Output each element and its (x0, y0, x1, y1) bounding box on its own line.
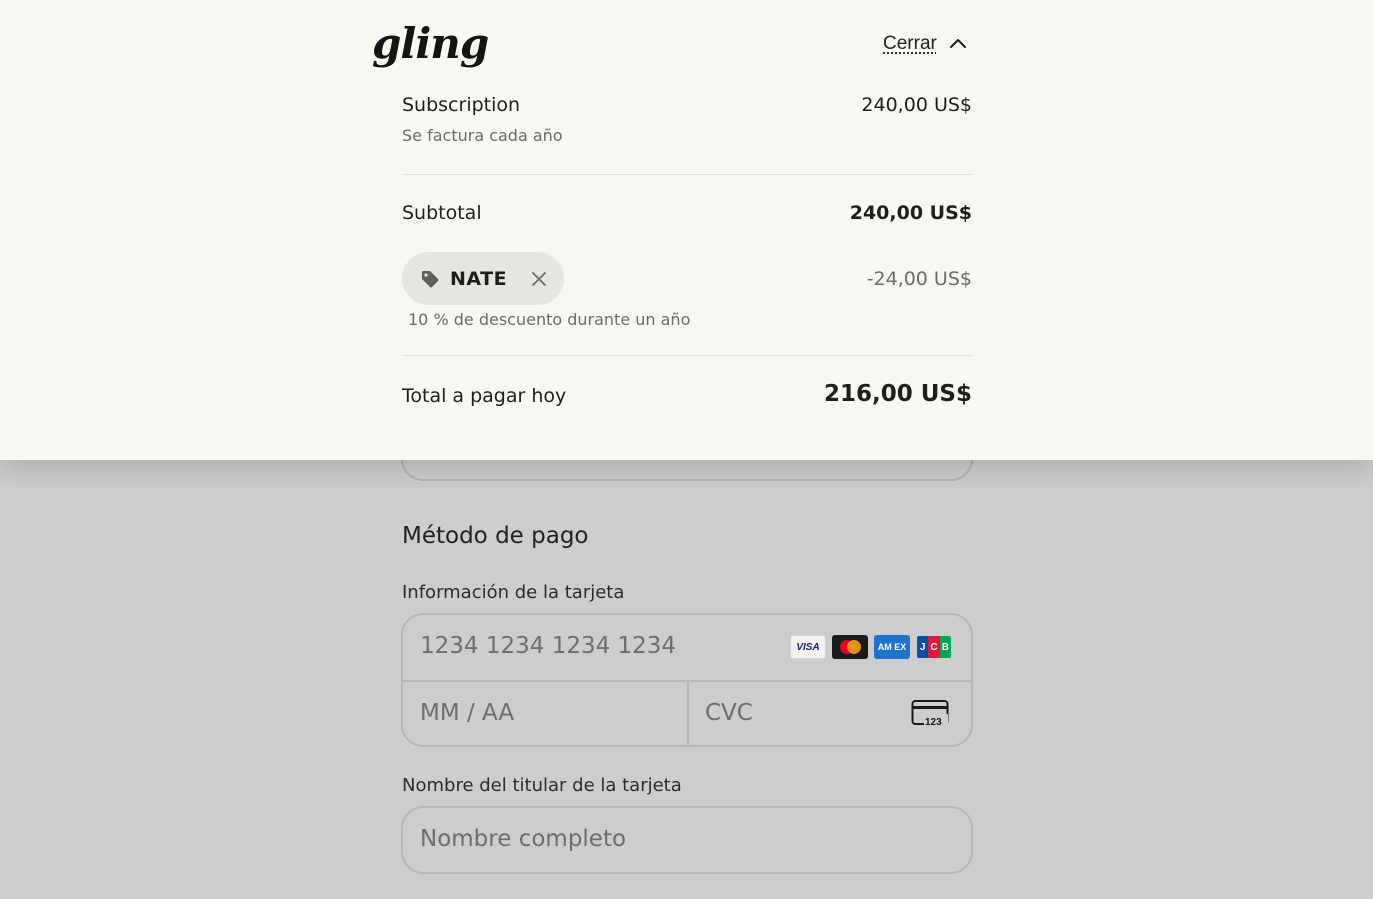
close-summary-button[interactable]: Cerrar (883, 33, 967, 55)
total-label: Total a pagar hoy (402, 385, 567, 407)
gling-logo[interactable]: gling (372, 18, 489, 70)
visa-icon: VISA (790, 635, 826, 659)
billing-frequency: Se factura cada año (402, 126, 563, 145)
card-input-group: 1234 1234 1234 1234 VISA AM EX J C B MM … (401, 613, 973, 747)
discount-amount: -24,00 US$ (866, 268, 972, 290)
cvc-input[interactable]: CVC (705, 700, 753, 726)
tag-icon (422, 270, 439, 287)
subtotal-amount: 240,00 US$ (849, 202, 972, 224)
card-brands: VISA AM EX J C B (790, 635, 952, 659)
subscription-amount: 240,00 US$ (861, 94, 972, 116)
amex-icon: AM EX (874, 635, 910, 659)
promo-description: 10 % de descuento durante un año (408, 310, 691, 329)
card-number-input[interactable]: 1234 1234 1234 1234 (420, 633, 676, 659)
close-icon[interactable] (531, 271, 547, 287)
jcb-icon: J C B (916, 635, 952, 659)
card-col-divider (687, 681, 689, 745)
cardholder-placeholder: Nombre completo (420, 826, 627, 852)
summary-divider (402, 174, 972, 175)
chevron-up-icon (949, 39, 966, 48)
cardholder-label: Nombre del titular de la tarjeta (402, 775, 682, 796)
order-summary-panel: gling Cerrar Subscription Se factura cad… (0, 0, 1373, 460)
cvc-card-icon: 123 (911, 700, 949, 728)
subtotal-line: Subtotal 240,00 US$ (402, 202, 972, 224)
cardholder-name-input[interactable]: Nombre completo (401, 806, 973, 874)
total-amount: 216,00 US$ (823, 381, 972, 407)
promo-code: NATE (450, 267, 508, 290)
svg-text:123: 123 (925, 717, 942, 728)
promo-code-chip: NATE (402, 252, 564, 305)
mastercard-icon (832, 635, 868, 659)
expiry-input[interactable]: MM / AA (420, 700, 514, 726)
close-label: Cerrar (883, 33, 937, 54)
summary-divider (402, 355, 972, 356)
subscription-line-item: Subscription Se factura cada año 240,00 … (402, 94, 972, 145)
payment-method-title: Método de pago (402, 523, 589, 549)
card-info-label: Información de la tarjeta (402, 582, 625, 603)
